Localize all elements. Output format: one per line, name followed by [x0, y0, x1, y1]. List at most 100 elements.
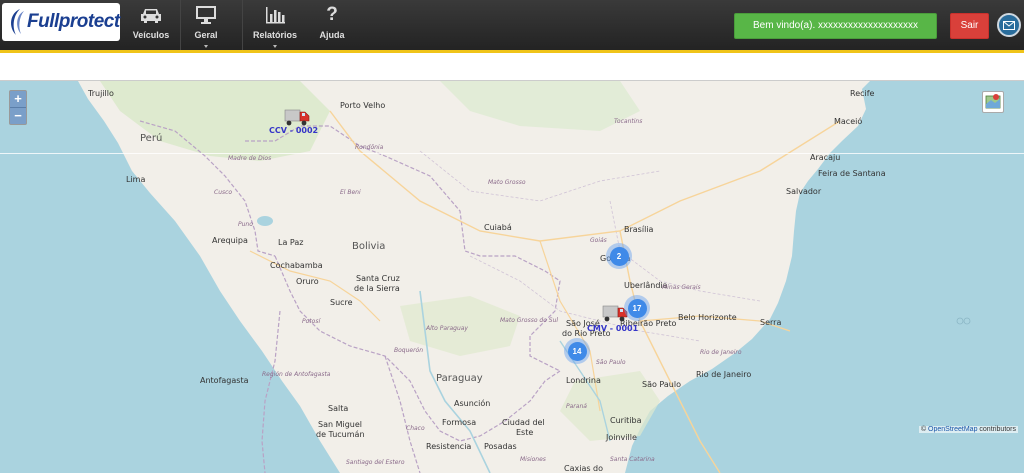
- monitor-icon: [186, 4, 226, 26]
- city-label: Ciudad del: [502, 418, 545, 427]
- nav-geral-label: Geral: [194, 30, 218, 40]
- city-label: Resistencia: [426, 442, 472, 451]
- city-label: Porto Velho: [340, 101, 386, 110]
- region-label: Chaco: [406, 425, 425, 432]
- map-guide-line: [0, 153, 1024, 154]
- vehicle-label[interactable]: CCV - 0002: [269, 126, 318, 135]
- region-label: Goiás: [590, 237, 607, 244]
- dropdown-caret-icon: [204, 45, 208, 48]
- messages-button[interactable]: [997, 13, 1021, 37]
- marker-cluster[interactable]: 2: [606, 243, 632, 269]
- city-label: Cuiabá: [484, 223, 512, 232]
- country-label: Paraguay: [436, 373, 483, 384]
- city-label: Cochabamba: [270, 261, 323, 270]
- city-label: Antofagasta: [200, 376, 249, 385]
- region-label: El Beni: [340, 189, 361, 196]
- nav-veiculos-label: Veículos: [132, 30, 170, 40]
- toolbar-strip: [0, 53, 1024, 80]
- nav-ajuda-label: Ajuda: [319, 30, 345, 40]
- city-label: Arequipa: [212, 236, 248, 245]
- city-label: Uberlândia: [624, 281, 668, 290]
- city-label: Trujillo: [88, 89, 114, 98]
- city-label: Belo Horizonte: [678, 313, 737, 322]
- region-label: Puno: [238, 221, 253, 228]
- city-label: de Tucumán: [316, 430, 365, 439]
- region-label: Rio de Janeiro: [700, 349, 742, 356]
- city-label: Este: [516, 428, 534, 437]
- fullprotect-logo[interactable]: Fullprotect: [2, 3, 120, 41]
- city-label: Londrina: [566, 376, 601, 385]
- region-label: Madre de Dios: [228, 155, 272, 162]
- bar-chart-icon: [252, 4, 298, 26]
- city-label: Salvador: [786, 187, 822, 196]
- region-label: Mato Grosso do Sul: [500, 317, 559, 324]
- region-label: Santiago del Estero: [346, 459, 405, 466]
- question-icon: ?: [326, 4, 338, 25]
- city-label: Oruro: [296, 277, 319, 286]
- marker-cluster[interactable]: 17: [624, 295, 650, 321]
- top-navbar: Fullprotect Veículos Geral Relatórios ? …: [0, 0, 1024, 50]
- nav-veiculos[interactable]: Veículos: [130, 4, 172, 46]
- country-label: Bolivia: [352, 241, 386, 252]
- attribution-suffix: contributors: [977, 426, 1016, 433]
- map-view[interactable]: Perú Bolivia Paraguay Trujillo Porto Vel…: [0, 80, 1024, 473]
- city-label: Curitiba: [610, 416, 642, 425]
- nav-relatorios[interactable]: Relatórios: [252, 4, 298, 48]
- city-label: Aracaju: [810, 153, 841, 162]
- map-attribution: © OpenStreetMap contributors: [918, 426, 1018, 433]
- osm-attribution-link[interactable]: OpenStreetMap: [928, 426, 977, 433]
- region-label: Rondônia: [355, 144, 384, 151]
- region-label: Alto Paraguay: [426, 325, 468, 332]
- region-label: São Paulo: [596, 359, 626, 366]
- logout-button[interactable]: Sair: [950, 13, 989, 39]
- cluster-count: 17: [627, 298, 647, 318]
- city-label: Recife: [850, 89, 875, 98]
- city-label: Brasília: [624, 225, 654, 234]
- envelope-icon: [1003, 20, 1015, 30]
- welcome-user-button[interactable]: Bem vindo(a). xxxxxxxxxxxxxxxxxxxx: [734, 13, 937, 39]
- car-icon: [130, 4, 172, 26]
- zoom-control: + −: [9, 90, 27, 125]
- region-label: Paraná: [566, 403, 587, 410]
- cluster-count: 14: [567, 341, 587, 361]
- truck-marker-icon[interactable]: [284, 107, 310, 127]
- region-label: Potosí: [302, 318, 321, 325]
- city-label: San Miguel: [318, 420, 363, 429]
- region-label: Mato Grosso: [488, 179, 526, 186]
- city-label: Formosa: [442, 418, 477, 427]
- region-label: Misiones: [520, 456, 546, 463]
- nav-geral[interactable]: Geral: [186, 4, 226, 48]
- region-label: Región de Antofagasta: [262, 371, 331, 378]
- city-label: Rio de Janeiro: [696, 370, 752, 379]
- country-label: Perú: [140, 133, 163, 144]
- city-label: Serra: [760, 318, 782, 327]
- city-label: Lima: [126, 175, 146, 184]
- city-label: Sucre: [330, 298, 353, 307]
- city-label: Santa Cruz: [356, 274, 400, 283]
- city-label: Asunción: [454, 399, 491, 408]
- region-label: Boquerón: [394, 347, 424, 354]
- dropdown-caret-icon: [273, 45, 277, 48]
- city-label: de la Sierra: [354, 284, 400, 293]
- city-label: Salta: [328, 404, 349, 413]
- region-label: Cusco: [214, 189, 233, 196]
- layer-switcher-button[interactable]: [982, 91, 1004, 113]
- marker-cluster[interactable]: 14: [564, 338, 590, 364]
- logo-swoosh-icon: [11, 9, 24, 35]
- attribution-prefix: ©: [920, 426, 929, 433]
- nav-relatorios-label: Relatórios: [252, 30, 297, 40]
- city-label: Maceió: [834, 117, 863, 126]
- nav-divider: [180, 0, 181, 50]
- logo-text: Fullprotect: [27, 11, 120, 32]
- region-label: Tocantins: [614, 118, 643, 125]
- zoom-out-button[interactable]: −: [10, 107, 26, 124]
- nav-ajuda[interactable]: ? Ajuda: [314, 4, 350, 46]
- zoom-in-button[interactable]: +: [10, 91, 26, 107]
- map-layers-icon: [985, 94, 1001, 109]
- city-label: São Paulo: [642, 380, 681, 389]
- city-label: La Paz: [278, 238, 304, 247]
- city-label: Feira de Santana: [818, 169, 886, 178]
- city-label: Posadas: [484, 442, 517, 451]
- region-label: Santa Catarina: [610, 456, 655, 463]
- vehicle-label[interactable]: CMV - 0001: [587, 324, 638, 333]
